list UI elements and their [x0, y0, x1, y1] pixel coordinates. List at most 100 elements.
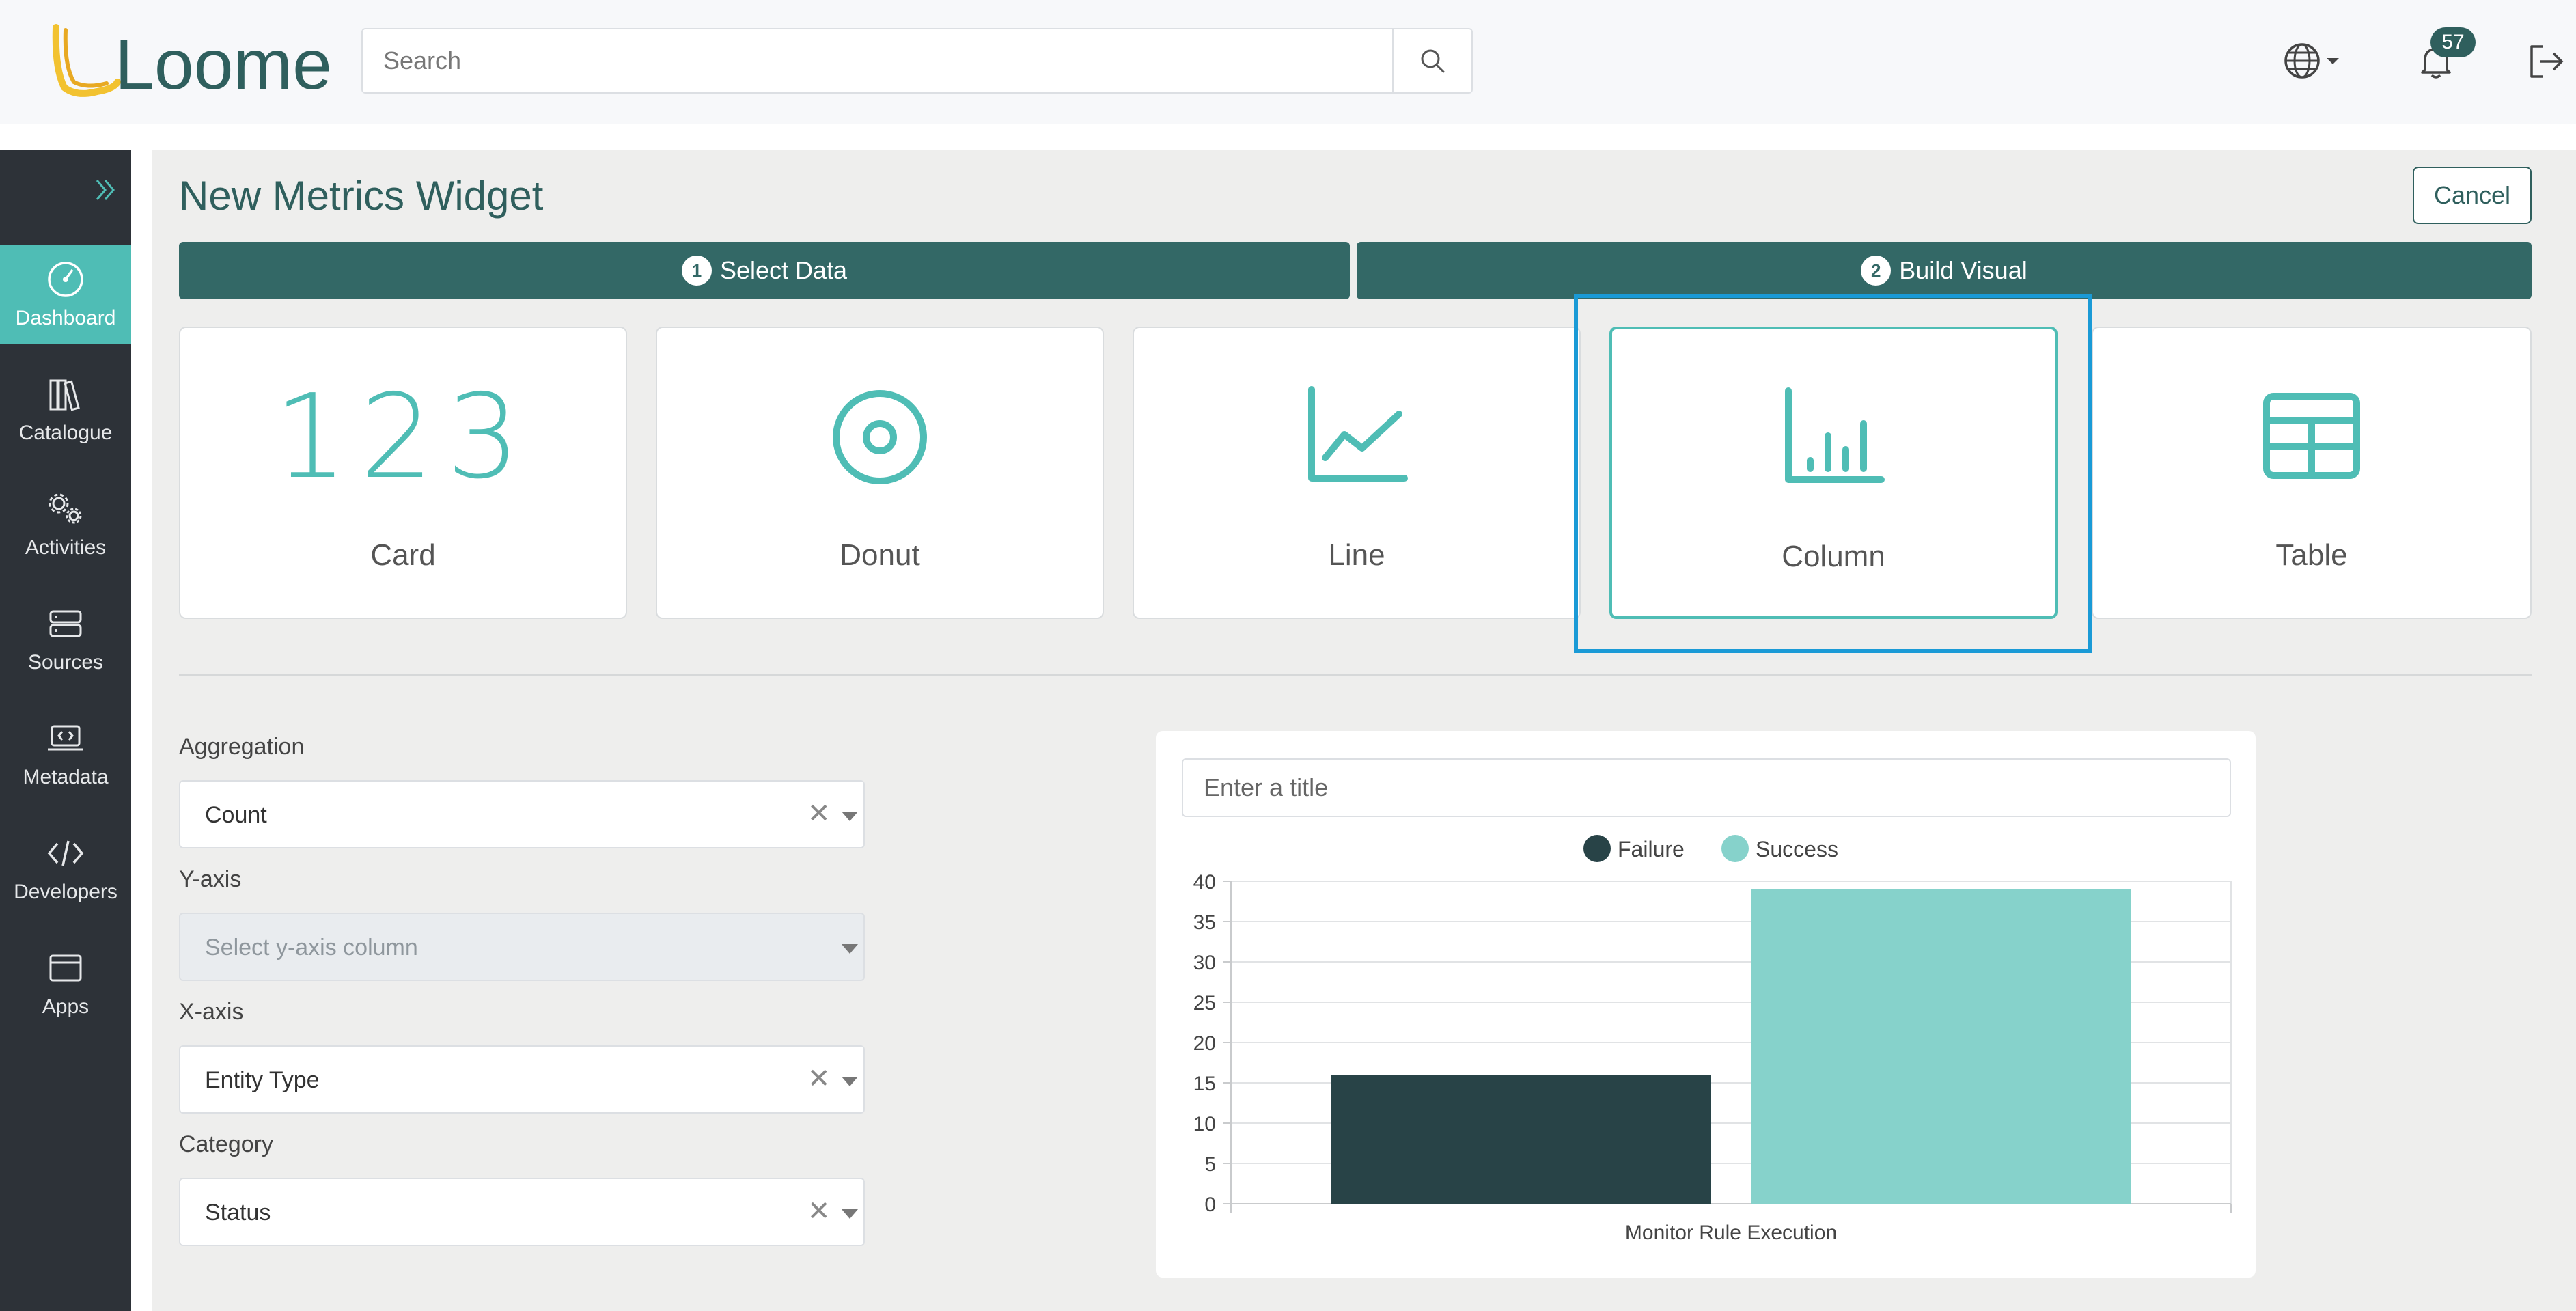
dashboard-icon — [48, 262, 83, 297]
y-tick-label: 40 — [1193, 871, 1216, 894]
y-tick-label: 10 — [1193, 1113, 1216, 1135]
category-select[interactable]: Status ✕ — [179, 1178, 865, 1246]
category-value: Status — [205, 1200, 271, 1226]
aggregation-label: Aggregation — [179, 734, 305, 760]
step-number: 1 — [681, 256, 712, 286]
top-bar: Loome 57 — [0, 0, 2576, 124]
notification-count-badge: 57 — [2430, 27, 2476, 57]
search-button[interactable] — [1392, 29, 1471, 92]
aggregation-value: Count — [205, 802, 267, 828]
x-axis-select[interactable]: Entity Type ✕ — [179, 1045, 865, 1114]
apps-icon — [49, 954, 82, 982]
y-axis-label: Y-axis — [179, 866, 242, 892]
legend-label: Success — [1756, 837, 1838, 861]
expand-sidebar-button[interactable] — [92, 176, 119, 204]
donut-icon — [833, 390, 927, 484]
sources-icon — [49, 610, 82, 637]
column-chart-icon — [1785, 387, 1885, 483]
caret-down-icon[interactable] — [842, 1209, 858, 1219]
x-tick-label: Monitor Rule Execution — [1625, 1222, 1837, 1244]
step-label: Build Visual — [1899, 256, 2027, 284]
sidebar-item-label: Developers — [14, 881, 117, 903]
sidebar-item-label: Metadata — [23, 766, 109, 788]
section-divider — [179, 674, 2532, 676]
x-axis-value: Entity Type — [205, 1067, 320, 1093]
visual-type-label: Table — [2275, 538, 2348, 572]
y-tick-label: 30 — [1193, 952, 1216, 974]
search-box — [361, 28, 1473, 94]
visual-type-table[interactable]: Table — [2092, 327, 2532, 619]
visual-type-donut[interactable]: Donut — [656, 327, 1104, 619]
sidebar-item-metadata[interactable]: Metadata — [0, 704, 131, 803]
loome-logo[interactable]: Loome — [49, 20, 343, 105]
visual-type-line[interactable]: Line — [1133, 327, 1581, 619]
page-title: New Metrics Widget — [179, 173, 544, 219]
catalogue-icon — [49, 379, 80, 411]
activities-icon — [49, 493, 82, 524]
card-icon-text: 123 — [273, 370, 533, 505]
line-chart-icon — [1308, 386, 1408, 482]
caret-down-icon[interactable] — [842, 812, 858, 821]
logo-text: Loome — [115, 25, 332, 102]
step-number: 2 — [1861, 256, 1892, 286]
x-axis-label: X-axis — [179, 999, 244, 1025]
metadata-icon — [48, 725, 83, 751]
sidebar-item-label: Activities — [25, 536, 107, 559]
visual-type-column[interactable]: Column — [1609, 327, 2058, 619]
main-panel: New Metrics Widget Cancel 1 Select Data … — [152, 150, 2576, 1311]
caret-down-icon — [2327, 58, 2339, 64]
logout-button[interactable] — [2523, 40, 2567, 83]
visual-type-card[interactable]: 123 Card — [179, 327, 627, 619]
chart-preview-panel: Failure Success 0 5 10 15 20 25 30 35 40 Monitor Ru… — [1156, 731, 2256, 1278]
y-axis-select[interactable]: Select y-axis column — [179, 913, 865, 981]
visual-type-label: Card — [370, 538, 436, 572]
step-label: Select Data — [719, 256, 848, 284]
y-tick-label: 20 — [1193, 1032, 1216, 1055]
y-axis-placeholder: Select y-axis column — [205, 935, 418, 961]
cancel-button[interactable]: Cancel — [2413, 167, 2532, 224]
legend-marker — [1721, 835, 1749, 862]
table-icon — [2263, 393, 2360, 479]
clear-icon[interactable]: ✕ — [807, 1063, 831, 1094]
y-tick-label: 25 — [1193, 992, 1216, 1015]
sidebar-item-label: Dashboard — [15, 307, 116, 329]
caret-down-icon[interactable] — [842, 944, 858, 954]
bar-failure — [1331, 1075, 1711, 1204]
y-tick-label: 15 — [1193, 1073, 1216, 1095]
sidebar-item-dashboard[interactable]: Dashboard — [0, 245, 131, 344]
search-icon — [1421, 49, 1445, 73]
sidebar: Dashboard Catalogue Activities Sources M… — [0, 150, 131, 1311]
caret-down-icon[interactable] — [842, 1077, 858, 1086]
step-build-visual[interactable]: 2 Build Visual — [1357, 242, 2532, 299]
legend-marker — [1583, 835, 1611, 862]
double-chevron-right-icon — [96, 180, 115, 200]
y-tick-label: 35 — [1193, 911, 1216, 934]
clear-icon[interactable]: ✕ — [807, 798, 831, 829]
visual-type-label: Line — [1328, 538, 1385, 572]
aggregation-select[interactable]: Count ✕ — [179, 780, 865, 848]
sidebar-item-catalogue[interactable]: Catalogue — [0, 359, 131, 459]
step-select-data[interactable]: 1 Select Data — [179, 242, 1350, 299]
visual-type-label: Column — [1782, 540, 1885, 573]
sidebar-item-apps[interactable]: Apps — [0, 933, 131, 1033]
chart-title-input[interactable] — [1182, 758, 2231, 817]
visual-type-label: Donut — [840, 538, 920, 572]
number-card-icon: 123 — [180, 370, 626, 505]
sidebar-item-activities[interactable]: Activities — [0, 474, 131, 574]
bar-success — [1751, 889, 2131, 1204]
legend-label: Failure — [1618, 837, 1685, 861]
code-icon — [47, 840, 84, 866]
sidebar-item-developers[interactable]: Developers — [0, 818, 131, 918]
sidebar-item-label: Sources — [27, 651, 104, 674]
sidebar-item-label: Catalogue — [18, 422, 113, 444]
sidebar-item-sources[interactable]: Sources — [0, 589, 131, 689]
clear-icon[interactable]: ✕ — [807, 1196, 831, 1227]
language-selector[interactable] — [2282, 37, 2350, 85]
globe-icon — [2284, 43, 2320, 79]
sidebar-item-label: Apps — [42, 995, 89, 1018]
y-tick-label: 5 — [1204, 1153, 1216, 1176]
y-tick-label: 0 — [1204, 1193, 1216, 1216]
search-input[interactable] — [363, 29, 1394, 92]
logout-icon — [2530, 45, 2564, 78]
category-label: Category — [179, 1131, 273, 1157]
